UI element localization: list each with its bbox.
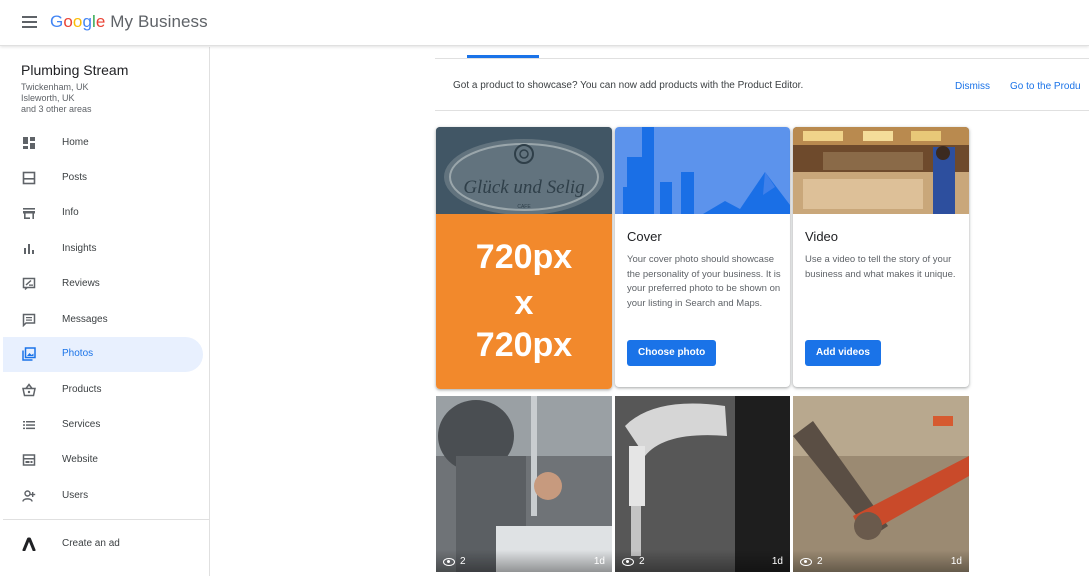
video-title: Video xyxy=(805,229,839,244)
sidebar-item-label: Products xyxy=(62,384,102,395)
go-to-product-editor-link[interactable]: Go to the Produ xyxy=(1010,81,1081,92)
top-app-bar: Google My Business xyxy=(0,0,1089,46)
wrenches-photo xyxy=(793,396,969,572)
plumber-photo xyxy=(436,396,612,572)
menu-icon[interactable] xyxy=(22,16,37,28)
sidebar-item-reviews[interactable]: Reviews xyxy=(3,267,203,302)
video-card: Video Use a video to tell the story of y… xyxy=(793,127,969,387)
photo-thumbnail[interactable]: 2 1d xyxy=(436,396,612,572)
faucet-photo xyxy=(615,396,790,572)
google-ads-icon xyxy=(22,537,36,551)
sidebar-item-label: Home xyxy=(62,137,89,148)
product-name: My Business xyxy=(110,12,208,31)
business-location: Isleworth, UK xyxy=(21,93,75,103)
sidebar-item-info[interactable]: Info xyxy=(3,196,203,231)
banner-divider xyxy=(435,110,1089,111)
view-count: 2 xyxy=(817,556,823,567)
size-width-text: 720px xyxy=(475,238,573,276)
sidebar-item-label: Services xyxy=(62,419,101,430)
view-count: 2 xyxy=(460,556,466,567)
tab-divider xyxy=(435,58,1089,59)
sidebar-item-label: Messages xyxy=(62,314,108,325)
sidebar-item-label: Users xyxy=(62,490,89,501)
logo-image: Glück und Selig CAFE xyxy=(436,127,612,214)
sidebar: Plumbing Stream Twickenham, UK Isleworth… xyxy=(3,47,210,576)
sidebar-item-label: Create an ad xyxy=(62,538,120,549)
posts-icon xyxy=(22,171,36,185)
sidebar-item-label: Photos xyxy=(62,348,94,359)
rate-review-icon xyxy=(22,277,36,291)
logo-card[interactable]: Glück und Selig CAFE 720px x 720px xyxy=(436,127,612,389)
cafe-logo-graphic: Glück und Selig CAFE xyxy=(436,127,612,214)
sidebar-item-messages[interactable]: Messages xyxy=(3,303,203,338)
storefront-icon xyxy=(23,208,35,219)
sidebar-item-home[interactable]: Home xyxy=(3,126,203,161)
choose-photo-button[interactable]: Choose photo xyxy=(627,340,717,366)
size-times-text: x xyxy=(514,284,534,322)
google-wordmark: Google xyxy=(50,12,106,31)
cover-card: Cover Your cover photo should showcase t… xyxy=(615,127,790,387)
view-count: 2 xyxy=(639,556,645,567)
cover-description: Your cover photo should showcase the per… xyxy=(627,254,781,310)
photo-meta: 2 1d xyxy=(436,550,612,572)
photo-thumbnail[interactable]: 2 1d xyxy=(615,396,790,572)
cover-title: Cover xyxy=(627,229,662,244)
video-thumbnail xyxy=(793,127,969,214)
sidebar-item-label: Info xyxy=(62,207,79,218)
eye-icon xyxy=(443,558,455,566)
eye-icon xyxy=(800,558,812,566)
sidebar-item-label: Website xyxy=(62,454,98,465)
photo-age: 1d xyxy=(593,556,605,567)
dashboard-icon xyxy=(23,137,35,149)
photo-meta: 2 1d xyxy=(793,550,969,572)
logo-size-guide: 720px x 720px xyxy=(436,214,612,389)
business-location: and 3 other areas xyxy=(21,104,92,114)
app-logo[interactable]: Google My Business xyxy=(50,12,208,32)
photo-library-icon xyxy=(22,347,36,361)
dismiss-button[interactable]: Dismiss xyxy=(955,81,990,92)
video-description: Use a video to tell the story of your bu… xyxy=(805,254,956,280)
photo-age: 1d xyxy=(771,556,783,567)
cover-illustration xyxy=(615,127,790,214)
sidebar-item-website[interactable]: Website xyxy=(3,443,203,478)
add-user-icon xyxy=(22,490,36,502)
sidebar-item-label: Reviews xyxy=(62,278,100,289)
business-name[interactable]: Plumbing Stream xyxy=(21,62,128,78)
photo-thumbnail[interactable]: 2 1d xyxy=(793,396,969,572)
eye-icon xyxy=(622,558,634,566)
sidebar-item-label: Insights xyxy=(62,243,97,254)
basket-icon xyxy=(22,383,36,397)
logo-subtext: CAFE xyxy=(517,204,531,210)
sidebar-item-products[interactable]: Products xyxy=(3,373,203,408)
sidebar-divider xyxy=(3,519,209,520)
list-icon xyxy=(23,421,35,430)
bar-chart-icon xyxy=(24,244,34,254)
photo-meta: 2 1d xyxy=(615,550,790,572)
sidebar-item-services[interactable]: Services xyxy=(3,408,203,443)
sidebar-item-users[interactable]: Users xyxy=(3,479,203,514)
main-content: Got a product to showcase? You can now a… xyxy=(211,47,1089,576)
logo-text: Glück und Selig xyxy=(463,177,584,198)
sidebar-item-label: Posts xyxy=(62,172,88,183)
message-icon xyxy=(22,313,36,327)
active-tab-indicator xyxy=(467,55,539,58)
sidebar-item-create-ad[interactable]: Create an ad xyxy=(3,527,203,562)
photo-age: 1d xyxy=(950,556,962,567)
business-location: Twickenham, UK xyxy=(21,82,89,92)
sidebar-item-photos[interactable]: Photos xyxy=(3,337,203,372)
add-videos-button[interactable]: Add videos xyxy=(805,340,881,366)
sidebar-item-insights[interactable]: Insights xyxy=(3,232,203,267)
size-height-text: 720px xyxy=(475,326,573,364)
product-editor-banner-text: Got a product to showcase? You can now a… xyxy=(453,80,804,91)
web-icon xyxy=(22,454,36,466)
sidebar-item-posts[interactable]: Posts xyxy=(3,161,203,196)
